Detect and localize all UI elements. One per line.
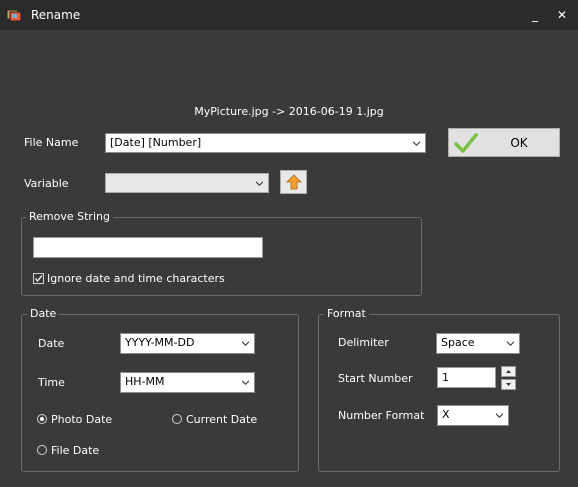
current-date-radio[interactable] [172,414,182,424]
start-number-value: 1 [442,371,449,384]
checkmark-icon [34,275,43,283]
file-name-label: File Name [24,136,79,149]
start-number-down-button[interactable] [501,379,516,390]
time-format-label: Time [38,376,65,389]
ok-label: OK [510,136,528,150]
remove-string-title: Remove String [26,210,113,223]
time-format-value: HH-MM [125,375,165,388]
chevron-down-icon [242,341,249,346]
file-date-radio[interactable] [37,445,47,455]
number-format-combo[interactable]: X [437,405,509,426]
caret-down-icon [506,383,511,386]
caret-up-icon [506,370,511,373]
ignore-date-label: Ignore date and time characters [47,272,225,285]
date-group-title: Date [27,307,60,320]
start-number-input[interactable]: 1 [437,367,496,388]
rename-preview: MyPicture.jpg -> 2016-06-19 1.jpg [194,105,384,118]
chevron-down-icon [496,413,503,418]
remove-string-input[interactable] [33,237,263,258]
chevron-down-icon [242,380,249,385]
delimiter-combo[interactable]: Space [436,333,520,354]
ok-button[interactable]: OK [448,128,560,157]
number-format-label: Number Format [338,409,425,422]
format-group-title: Format [324,307,369,320]
start-number-label: Start Number [338,372,413,385]
arrow-up-icon [286,174,302,190]
start-number-up-button[interactable] [501,366,516,377]
variable-label: Variable [24,177,69,190]
title-bar [0,0,578,30]
number-format-value: X [442,408,450,421]
file-date-label: File Date [51,444,100,457]
date-format-combo[interactable]: YYYY-MM-DD [120,333,255,354]
delimiter-label: Delimiter [338,336,389,349]
photo-date-radio[interactable] [37,414,47,424]
chevron-down-icon [256,181,263,186]
date-format-value: YYYY-MM-DD [125,336,195,349]
app-icon [6,7,22,23]
chevron-down-icon [507,341,514,346]
file-name-value: [Date] [Number] [110,136,202,149]
insert-variable-button[interactable] [280,170,307,194]
ignore-date-checkbox[interactable] [33,273,44,284]
window-title: Rename [31,8,81,22]
chevron-down-icon [413,141,420,146]
photo-date-label: Photo Date [51,413,113,426]
time-format-combo[interactable]: HH-MM [120,372,255,393]
variable-combo[interactable] [105,173,269,193]
current-date-label: Current Date [186,413,258,426]
close-button[interactable]: ✕ [551,5,573,25]
delimiter-value: Space [441,336,475,349]
file-name-combo[interactable]: [Date] [Number] [105,133,426,153]
date-format-label: Date [38,337,65,350]
minimize-button[interactable]: _ [524,5,546,25]
